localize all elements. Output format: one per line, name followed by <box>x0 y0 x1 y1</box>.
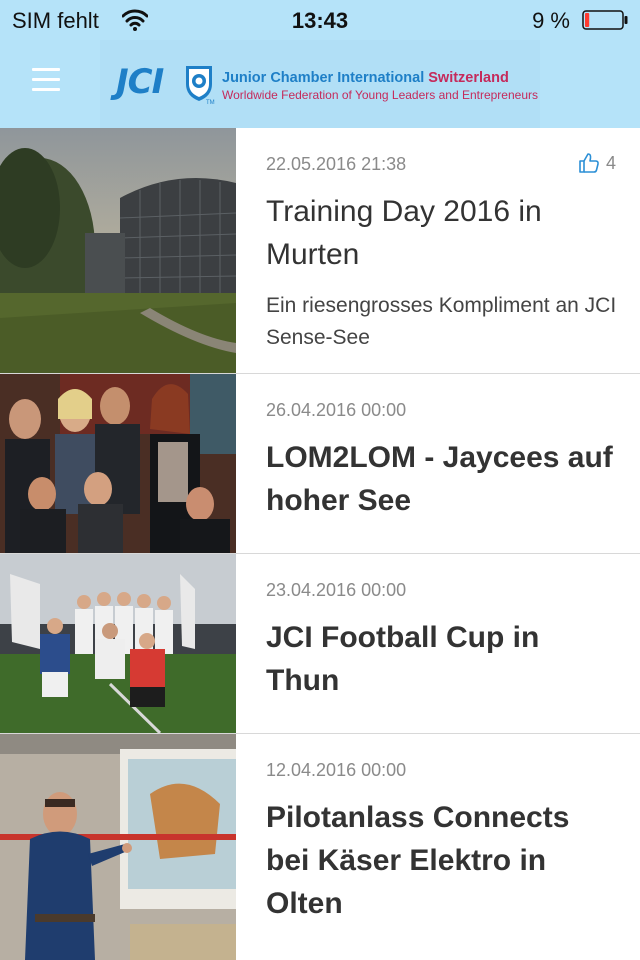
news-item[interactable]: 23.04.2016 00:00 JCI Football Cup in Thu… <box>0 554 640 734</box>
presenter-photo <box>0 734 236 960</box>
article-date: 12.04.2016 00:00 <box>266 760 407 780</box>
article-thumbnail <box>0 554 236 733</box>
jci-seal-icon <box>186 66 212 101</box>
jci-logo: JCI TM Junior Chamber International Swit… <box>100 40 540 128</box>
article-date: 23.04.2016 00:00 <box>266 580 407 600</box>
news-item[interactable]: 26.04.2016 00:00 LOM2LOM - Jaycees auf h… <box>0 374 640 554</box>
article-title[interactable]: JCI Football Cup in Thun <box>266 616 616 702</box>
article-date: 22.05.2016 21:38 <box>266 154 407 174</box>
battery-percent: 9 % <box>532 8 570 33</box>
hamburger-icon[interactable] <box>32 68 60 92</box>
logo-line-1-prefix: Junior Chamber International <box>222 70 429 86</box>
logo-line-1: Junior Chamber International Switzerland <box>222 70 509 86</box>
status-bar: SIM fehlt 13:43 9 % <box>0 0 640 40</box>
battery-fill <box>585 13 590 27</box>
battery-icon <box>582 10 628 30</box>
article-date: 26.04.2016 00:00 <box>266 400 407 420</box>
article-thumbnail <box>0 734 236 960</box>
logo-line-2: Worldwide Federation of Young Leaders an… <box>222 88 538 102</box>
thumbs-up-icon <box>579 153 599 173</box>
trademark-mark: TM <box>206 100 215 106</box>
logo-mark: JCI <box>116 62 164 102</box>
article-excerpt: Ein riesengrosses Kompliment an JCI Sens… <box>266 294 617 349</box>
article-title[interactable]: Pilotanlass Connects bei Käser Elektro i… <box>266 796 616 925</box>
like-button[interactable]: 4 <box>578 152 616 174</box>
like-count: 4 <box>605 152 616 173</box>
news-item[interactable]: 12.04.2016 00:00 Pilotanlass Connects be… <box>0 734 640 960</box>
nav-bar: JCI TM Junior Chamber International Swit… <box>0 40 640 128</box>
football-team-photo <box>0 554 236 733</box>
building-photo <box>0 128 236 373</box>
group-photo <box>0 374 236 553</box>
news-feed: 22.05.2016 21:38 4 Training Day 2016 in … <box>0 128 640 960</box>
article-thumbnail <box>0 128 236 373</box>
article-title[interactable]: LOM2LOM - Jaycees auf hoher See <box>266 436 616 522</box>
logo-line-1-accent: Switzerland <box>428 70 509 86</box>
top-bar: SIM fehlt 13:43 9 % JCI TM Junior Chambe… <box>0 0 640 128</box>
article-thumbnail <box>0 374 236 553</box>
news-item[interactable]: 22.05.2016 21:38 4 Training Day 2016 in … <box>0 128 640 374</box>
article-title[interactable]: Training Day 2016 in Murten <box>266 190 616 276</box>
